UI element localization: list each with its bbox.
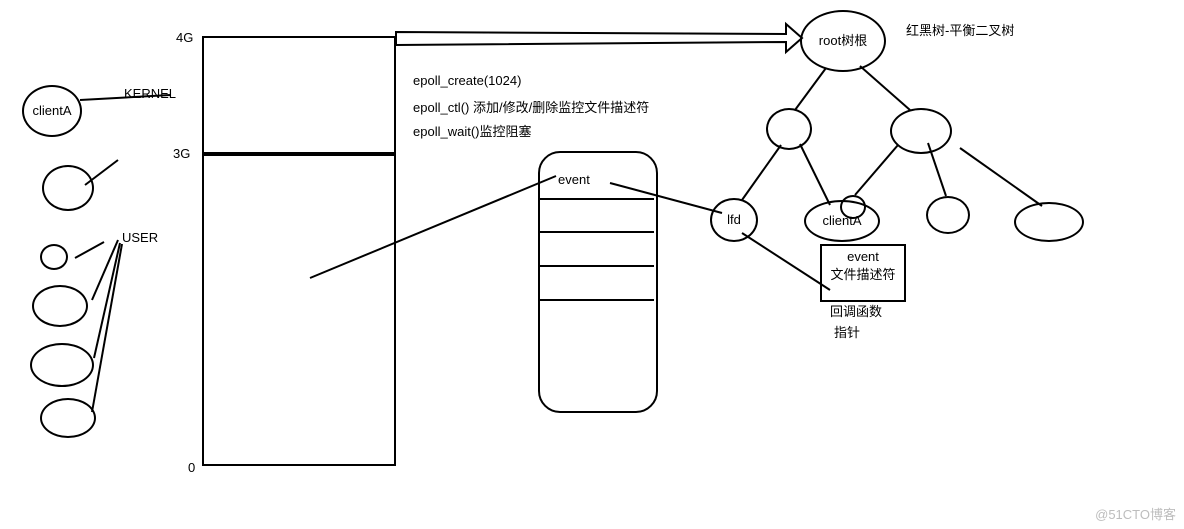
tree-root-label: root树根: [819, 33, 867, 48]
queue-event-label: event: [558, 172, 590, 187]
epoll-create-text: epoll_create(1024): [413, 73, 521, 88]
client-a-label: clientA: [32, 103, 71, 118]
label-3g: 3G: [173, 146, 190, 161]
tree-node-rl-small: [840, 195, 866, 219]
epoll-wait-text: epoll_wait()监控阻塞: [413, 121, 531, 140]
label-kernel: KERNEL: [124, 86, 176, 101]
event-detail-cb: 回调函数: [830, 301, 882, 320]
tree-title-label: 红黑树-平衡二叉树: [906, 20, 1014, 39]
tree-lfd-label: lfd: [727, 212, 741, 227]
client-ellipse-5: [30, 343, 94, 387]
label-4g: 4G: [176, 30, 193, 45]
event-detail-event: event: [847, 249, 879, 264]
memory-user-section: [202, 152, 396, 466]
watermark-text: @51CTO博客: [1095, 504, 1176, 523]
tree-root-node: root树根: [800, 10, 886, 72]
event-detail-box: event 文件描述符: [820, 244, 906, 302]
tree-node-rm: [926, 196, 970, 234]
client-ellipse-a: clientA: [22, 85, 82, 137]
tree-node-lfd: lfd: [710, 198, 758, 242]
event-detail-fd: 文件描述符: [830, 267, 895, 282]
label-0: 0: [188, 460, 195, 475]
tree-node-r: [890, 108, 952, 154]
event-queue-box: [538, 151, 658, 413]
client-ellipse-3-small: [40, 244, 68, 270]
epoll-ctl-text: epoll_ctl() 添加/修改/删除监控文件描述符: [413, 97, 649, 116]
memory-kernel-section: [202, 36, 396, 156]
label-user: USER: [122, 230, 158, 245]
client-ellipse-2: [42, 165, 94, 211]
client-ellipse-6: [40, 398, 96, 438]
tree-node-rr: [1014, 202, 1084, 242]
event-detail-ptr: 指针: [834, 322, 860, 341]
tree-node-l: [766, 108, 812, 150]
client-ellipse-4: [32, 285, 88, 327]
